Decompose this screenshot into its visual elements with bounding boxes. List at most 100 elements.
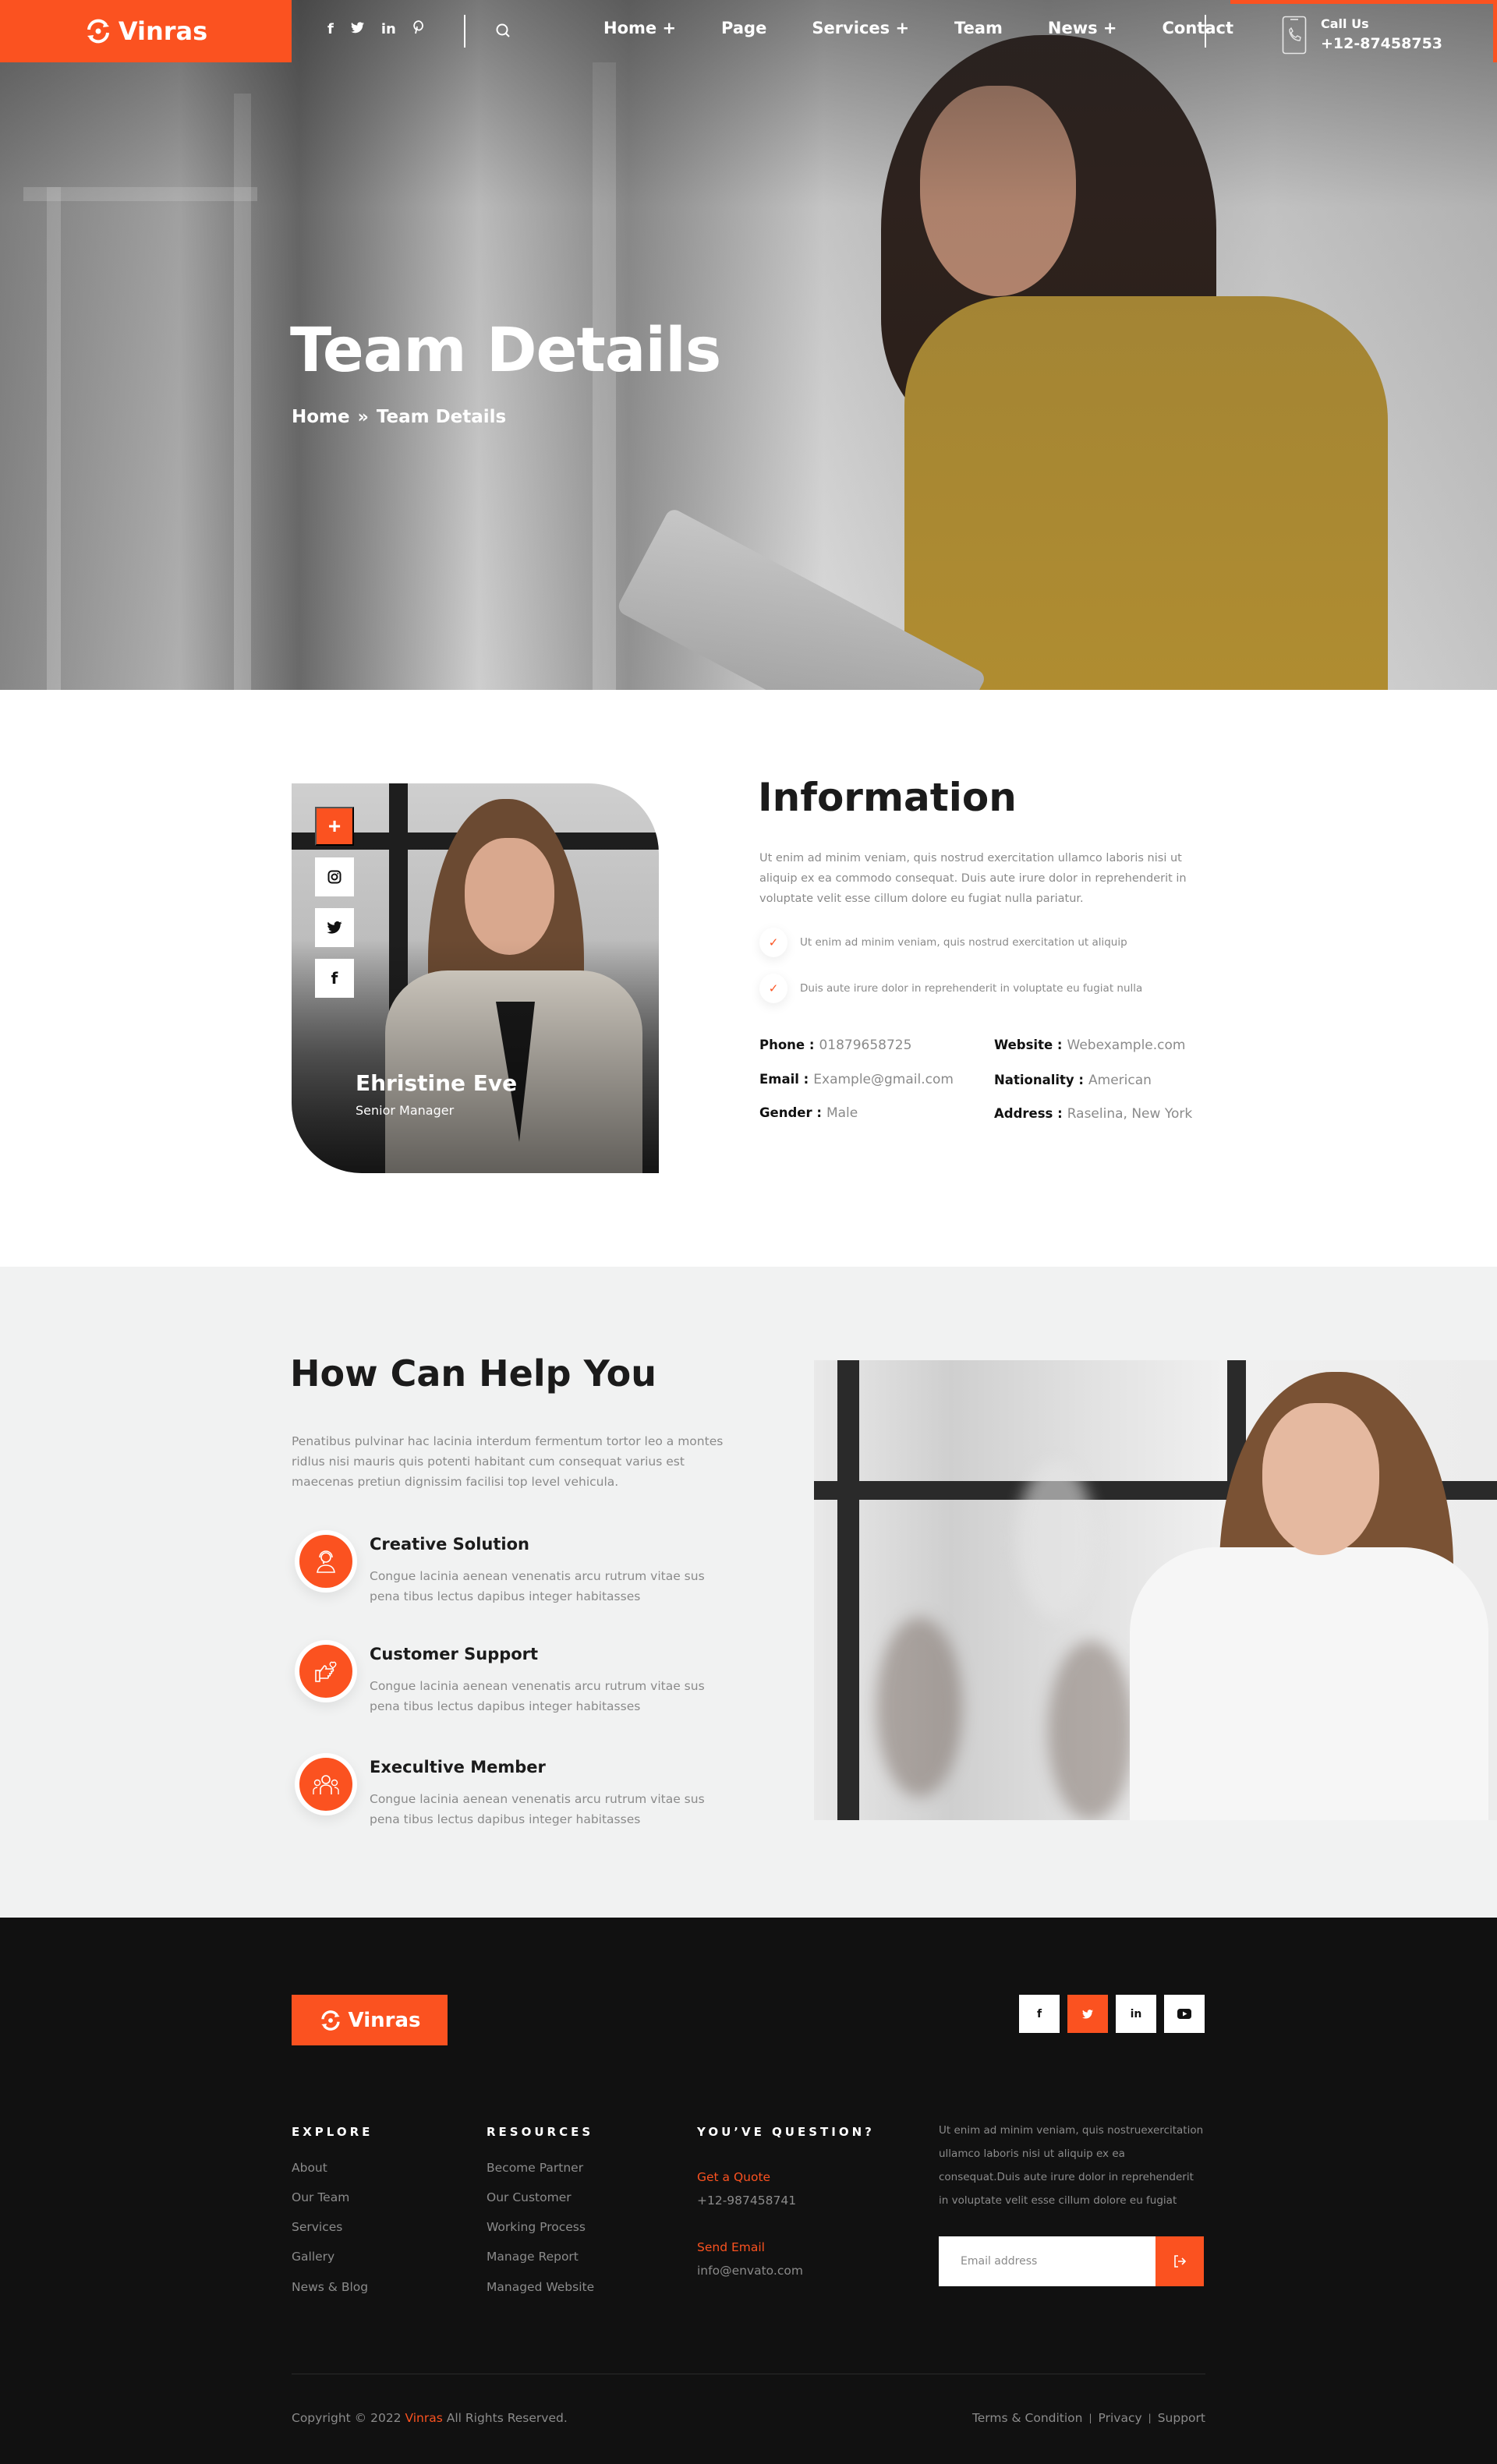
divider <box>1205 15 1206 48</box>
linkedin-icon[interactable]: in <box>381 21 396 37</box>
nav-contact[interactable]: Contact <box>1163 19 1234 37</box>
footer-link-about[interactable]: About <box>292 2161 327 2175</box>
nav-team[interactable]: Team <box>954 19 1003 37</box>
member-role: Senior Manager <box>356 1103 455 1118</box>
detail-phone: Phone :01879658725 <box>759 1038 912 1053</box>
background-person <box>1017 1462 1095 1617</box>
footer-link-our-team[interactable]: Our Team <box>292 2190 349 2204</box>
privacy-link[interactable]: Privacy <box>1099 2411 1142 2425</box>
footer-heading-question: YOU’VE QUESTION? <box>697 2125 875 2139</box>
breadcrumb-home[interactable]: Home <box>292 407 350 427</box>
detail-email: Email : Example@gmail.com <box>759 1072 954 1087</box>
newsletter-form <box>939 2236 1204 2286</box>
photo-person-shirt <box>1130 1547 1488 1820</box>
footer-link-gallery[interactable]: Gallery <box>292 2250 334 2264</box>
help-photo <box>814 1360 1497 1820</box>
sign-in-arrow-icon <box>1174 2255 1187 2268</box>
hero-overlay <box>0 0 1497 690</box>
header-socials: f in <box>327 20 424 38</box>
team-group-icon <box>295 1753 357 1815</box>
help-description: Penatibus pulvinar hac lacinia interdum … <box>292 1434 724 1489</box>
separator: | <box>1148 2413 1152 2423</box>
facebook-icon[interactable]: f <box>1019 1995 1060 2033</box>
footer-link-news-blog[interactable]: News & Blog <box>292 2280 368 2294</box>
footer-link-manage-report[interactable]: Manage Report <box>487 2250 579 2264</box>
facebook-icon[interactable]: f <box>315 959 354 998</box>
information-title: Information <box>758 775 1017 820</box>
detail-address: Address : Raselina, New York <box>994 1106 1193 1122</box>
footer-link-our-customer[interactable]: Our Customer <box>487 2190 572 2204</box>
logo-text: Vinras <box>118 16 208 46</box>
twitter-icon[interactable] <box>315 908 354 947</box>
twitter-icon[interactable] <box>350 21 364 37</box>
divider <box>464 15 465 48</box>
help-title: How Can Help You <box>290 1352 657 1395</box>
check-text: Ut enim ad minim veniam, quis nostrud ex… <box>800 936 1127 949</box>
detail-nationality: Nationality : American <box>994 1073 1152 1088</box>
headset-agent-icon <box>295 1530 357 1593</box>
logo-icon <box>320 2010 340 2031</box>
call-label: Call Us <box>1321 16 1369 31</box>
separator: | <box>1088 2413 1092 2423</box>
support-link[interactable]: Support <box>1158 2411 1205 2425</box>
detail-gender: Gender : Male <box>759 1105 858 1121</box>
nav-news[interactable]: News + <box>1048 19 1117 37</box>
profile-card: + f Ehristine Eve Senior Manager <box>292 783 659 1173</box>
site-header: Vinras f in Home + Page Services + Team … <box>0 0 1497 62</box>
footer-link-working-process[interactable]: Working Process <box>487 2220 586 2234</box>
call-number[interactable]: +12-87458753 <box>1321 35 1442 52</box>
twitter-icon[interactable] <box>1067 1995 1108 2033</box>
contact-email: info@envato.com <box>697 2264 803 2278</box>
phone-icon <box>1282 16 1307 55</box>
nav-home[interactable]: Home + <box>603 19 676 37</box>
footer-about-text: Ut enim ad minim veniam, quis nostruexer… <box>939 2124 1204 2207</box>
nav-page[interactable]: Page <box>721 19 766 37</box>
youtube-icon[interactable] <box>1164 1995 1205 2033</box>
footer-heading-explore: EXPLORE <box>292 2125 373 2139</box>
instagram-icon[interactable] <box>315 857 354 896</box>
feature-description: Congue lacinia aenean venenatis arcu rut… <box>370 1792 705 1826</box>
copyright: Copyright © 2022 Vinras All Rights Reser… <box>292 2411 568 2425</box>
feature-title: Customer Support <box>370 1645 539 1663</box>
feature-description: Congue lacinia aenean venenatis arcu rut… <box>370 1569 705 1603</box>
breadcrumb-current: Team Details <box>376 407 507 427</box>
background-person <box>1048 1641 1134 1820</box>
pinterest-icon[interactable] <box>413 20 424 38</box>
footer-logo[interactable]: Vinras <box>292 1995 448 2045</box>
feature-item: Customer Support Congue lacinia aenean v… <box>292 1640 775 1718</box>
feature-title: Creative Solution <box>370 1535 529 1554</box>
page-title: Team Details <box>290 316 721 386</box>
linkedin-icon[interactable]: in <box>1116 1995 1156 2033</box>
nav-services[interactable]: Services + <box>812 19 909 37</box>
main-nav: Home + Page Services + Team News + Conta… <box>603 19 1233 37</box>
plus-icon[interactable]: + <box>315 807 354 846</box>
feature-item: Execultive Member Congue lacinia aenean … <box>292 1753 775 1831</box>
background-person <box>876 1617 962 1797</box>
member-name: Ehristine Eve <box>356 1070 518 1096</box>
copyright-brand-link[interactable]: Vinras <box>405 2411 442 2425</box>
window-frame <box>837 1360 859 1820</box>
logo[interactable]: Vinras <box>0 0 292 62</box>
legal-links: Terms & Condition | Privacy | Support <box>972 2411 1205 2425</box>
footer-link-services[interactable]: Services <box>292 2220 342 2234</box>
send-email-link[interactable]: Send Email <box>697 2240 765 2254</box>
hero-banner: Team Details Home » Team Details <box>0 0 1497 690</box>
site-footer <box>0 1918 1497 2464</box>
detail-website: Website : Webexample.com <box>994 1038 1186 1053</box>
check-item: ✓ Ut enim ad minim veniam, quis nostrud … <box>759 928 1127 957</box>
get-quote-link[interactable]: Get a Quote <box>697 2170 770 2184</box>
footer-link-become-partner[interactable]: Become Partner <box>487 2161 583 2175</box>
check-text: Duis aute irure dolor in reprehenderit i… <box>800 982 1143 995</box>
footer-link-managed-website[interactable]: Managed Website <box>487 2280 594 2294</box>
search-icon[interactable] <box>494 22 511 39</box>
facebook-icon[interactable]: f <box>327 21 334 37</box>
subscribe-button[interactable] <box>1155 2236 1204 2286</box>
call-us-box: Call Us +12-87458753 <box>1230 0 1497 62</box>
feature-title: Execultive Member <box>370 1758 546 1776</box>
terms-link[interactable]: Terms & Condition <box>972 2411 1083 2425</box>
logo-icon <box>87 19 109 44</box>
information-description: Ut enim ad minim veniam, quis nostrud ex… <box>759 852 1187 905</box>
logo-text: Vinras <box>348 2008 421 2032</box>
newsletter-email-input[interactable] <box>939 2236 1155 2286</box>
quote-phone: +12-987458741 <box>697 2194 797 2208</box>
